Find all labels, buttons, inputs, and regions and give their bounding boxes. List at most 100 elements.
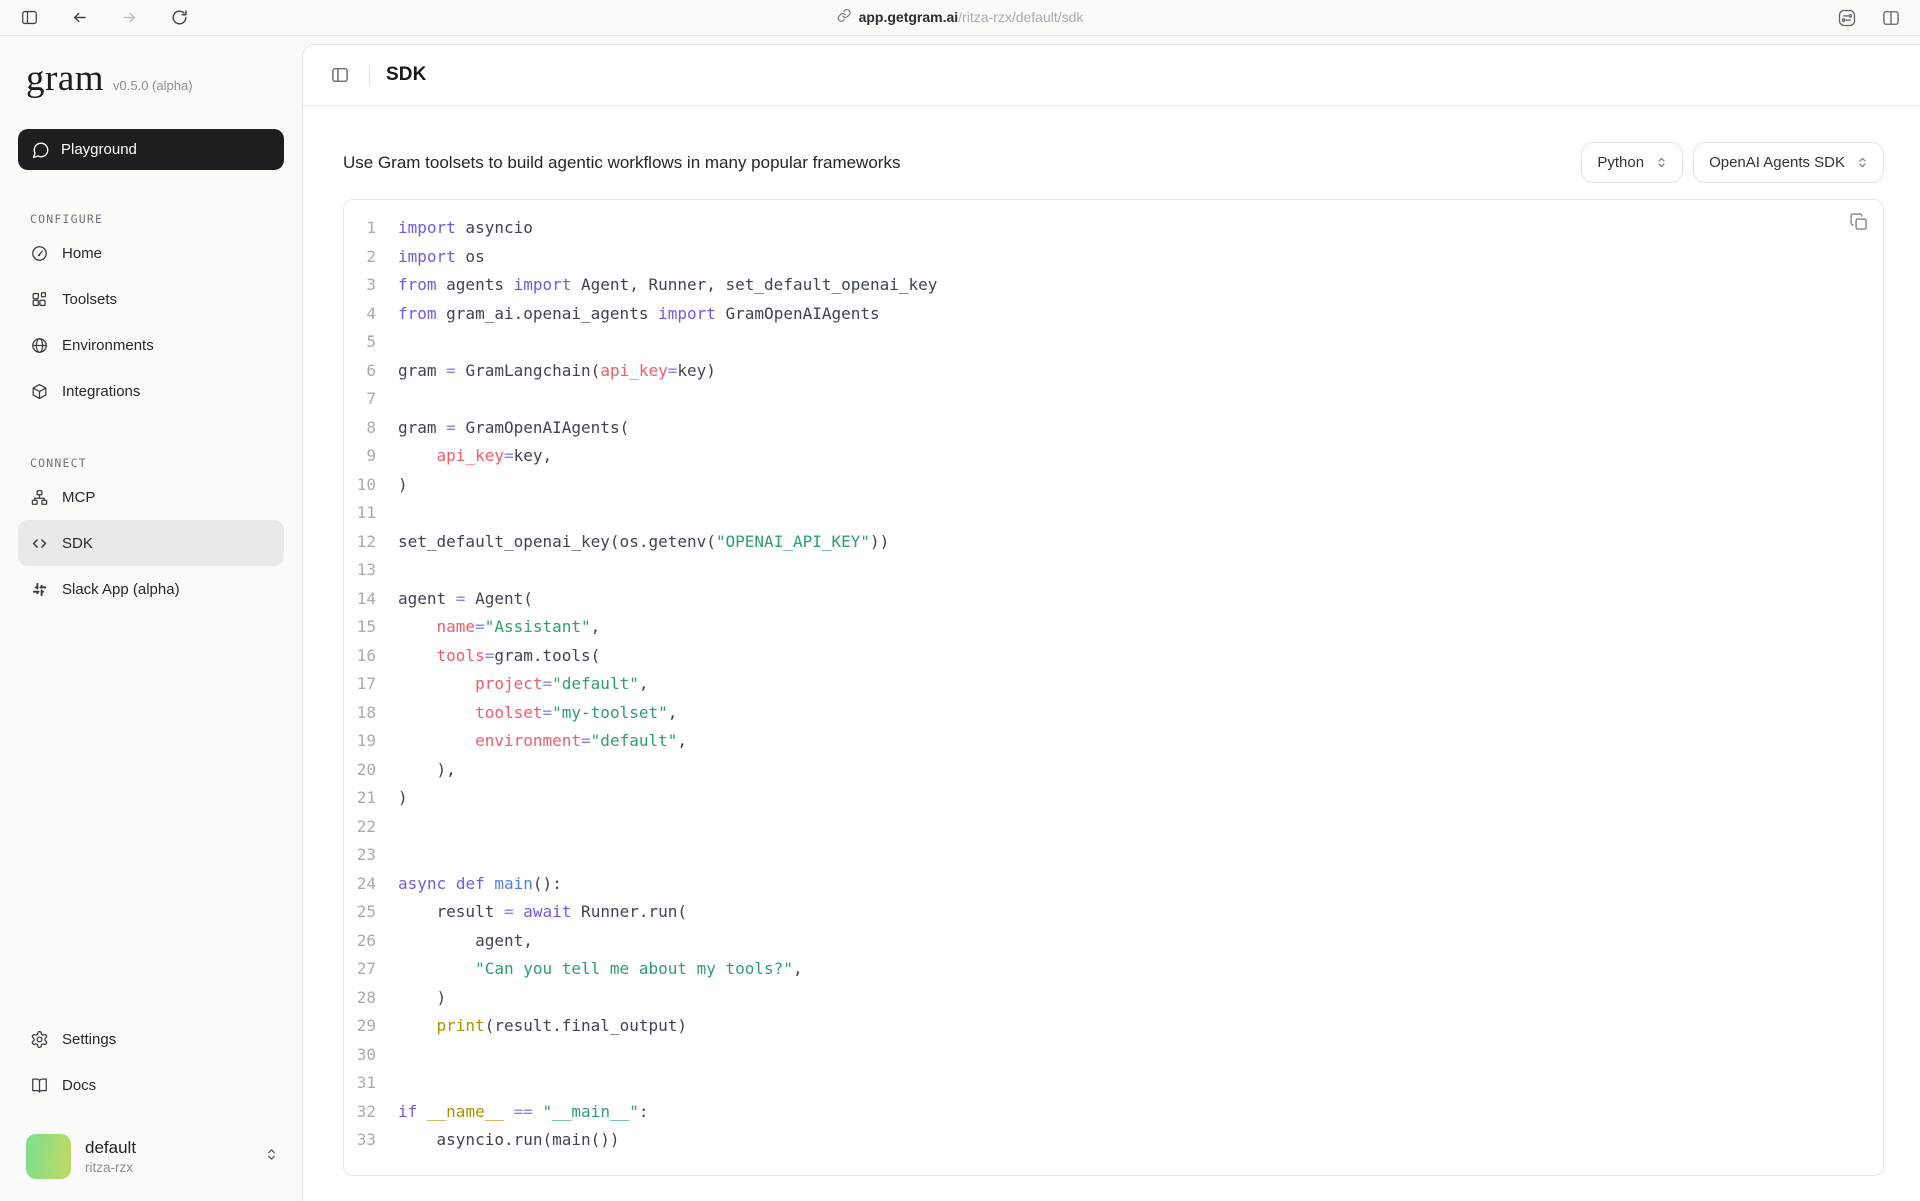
- header-divider: [369, 65, 370, 85]
- url-path: /ritza-rzx/default/sdk: [958, 9, 1083, 25]
- project-switcher[interactable]: default ritza-rzx: [18, 1134, 284, 1183]
- reader-settings-icon[interactable]: [1832, 5, 1862, 31]
- sidebar-item-settings[interactable]: Settings: [18, 1016, 284, 1062]
- environments-icon: [30, 336, 49, 355]
- line-number: 14: [344, 585, 376, 614]
- code-line: 5: [344, 328, 1883, 357]
- sidebar-item-docs[interactable]: Docs: [18, 1062, 284, 1108]
- code-line: 32if __name__ == "__main__":: [344, 1098, 1883, 1127]
- code-block: 1import asyncio2import os3from agents im…: [343, 199, 1884, 1176]
- forward-icon[interactable]: [114, 5, 144, 31]
- sidebar-item-toolsets[interactable]: Toolsets: [18, 276, 284, 322]
- sidebar-item-label: Settings: [62, 1031, 116, 1048]
- sidebar-item-integrations[interactable]: Integrations: [18, 368, 284, 414]
- code-lines: 1import asyncio2import os3from agents im…: [344, 214, 1883, 1155]
- mcp-icon: [30, 488, 49, 507]
- code-line: 15 name="Assistant",: [344, 613, 1883, 642]
- line-number: 6: [344, 357, 376, 386]
- browser-sidebar-toggle-icon[interactable]: [14, 5, 44, 31]
- page-subtitle: Use Gram toolsets to build agentic workf…: [343, 153, 900, 173]
- line-number: 22: [344, 813, 376, 842]
- code-line: 17 project="default",: [344, 670, 1883, 699]
- code-line: 6gram = GramLangchain(api_key=key): [344, 357, 1883, 386]
- line-number: 16: [344, 642, 376, 671]
- sidebar-item-sdk[interactable]: SDK: [18, 520, 284, 566]
- line-number: 7: [344, 385, 376, 414]
- line-number: 19: [344, 727, 376, 756]
- code-line: 26 agent,: [344, 927, 1883, 956]
- line-number: 11: [344, 499, 376, 528]
- code-line: 12set_default_openai_key(os.getenv("OPEN…: [344, 528, 1883, 557]
- line-number: 15: [344, 613, 376, 642]
- browser-bar: app.getgram.ai/ritza-rzx/default/sdk: [0, 0, 1920, 36]
- chevrons-up-down-icon: [1855, 155, 1870, 170]
- app-logo: gram: [26, 60, 104, 97]
- code-line: 14agent = Agent(: [344, 585, 1883, 614]
- sidebar-nav: CONFIGURE Home ToolsetsEnvironments Integra…: [18, 170, 284, 612]
- code-line: 27 "Can you tell me about my tools?",: [344, 955, 1883, 984]
- language-dropdown[interactable]: Python: [1581, 142, 1683, 183]
- nav-section-label: CONNECT: [30, 456, 284, 470]
- nav-section-label: CONFIGURE: [30, 212, 284, 226]
- docs-icon: [30, 1076, 49, 1095]
- panel-header: SDK: [303, 45, 1920, 106]
- code-line: 22: [344, 813, 1883, 842]
- home-icon: [30, 244, 49, 263]
- integrations-icon: [30, 382, 49, 401]
- framework-dropdown[interactable]: OpenAI Agents SDK: [1693, 142, 1884, 183]
- line-number: 18: [344, 699, 376, 728]
- project-org: ritza-rzx: [85, 1160, 136, 1175]
- sidebar-item-slack-app-alpha[interactable]: Slack App (alpha): [18, 566, 284, 612]
- line-number: 24: [344, 870, 376, 899]
- line-number: 27: [344, 955, 376, 984]
- project-avatar: [26, 1134, 71, 1179]
- line-number: 26: [344, 927, 376, 956]
- line-number: 9: [344, 442, 376, 471]
- chevrons-up-down-icon: [1654, 155, 1669, 170]
- link-icon: [837, 8, 852, 28]
- sidebar-item-label: Integrations: [62, 383, 140, 400]
- code-line: 13: [344, 556, 1883, 585]
- sidebar-item-label: Home: [62, 245, 102, 262]
- back-icon[interactable]: [64, 5, 94, 31]
- code-line: 24async def main():: [344, 870, 1883, 899]
- sidebar-item-label: Slack App (alpha): [62, 581, 180, 598]
- slack-icon: [30, 580, 49, 599]
- sidebar-item-environments[interactable]: Environments: [18, 322, 284, 368]
- code-line: 2import os: [344, 243, 1883, 272]
- refresh-icon[interactable]: [164, 5, 194, 31]
- page-title: SDK: [386, 64, 426, 86]
- panel-sidebar-toggle-icon[interactable]: [327, 62, 353, 88]
- sidebar-item-mcp[interactable]: MCP: [18, 474, 284, 520]
- sidebar: gram v0.5.0 (alpha) Playground CONFIGURE…: [0, 36, 302, 1201]
- project-name: default: [85, 1138, 136, 1158]
- chat-bubble-icon: [32, 141, 50, 159]
- line-number: 8: [344, 414, 376, 443]
- sidebar-item-label: SDK: [62, 535, 93, 552]
- code-line: 9 api_key=key,: [344, 442, 1883, 471]
- sidebar-item-label: MCP: [62, 489, 95, 506]
- code-line: 20 ),: [344, 756, 1883, 785]
- line-number: 30: [344, 1041, 376, 1070]
- line-number: 28: [344, 984, 376, 1013]
- playground-button[interactable]: Playground: [18, 129, 284, 170]
- code-line: 25 result = await Runner.run(: [344, 898, 1883, 927]
- line-number: 33: [344, 1126, 376, 1155]
- line-number: 25: [344, 898, 376, 927]
- line-number: 10: [344, 471, 376, 500]
- code-line: 28 ): [344, 984, 1883, 1013]
- line-number: 1: [344, 214, 376, 243]
- code-line: 1import asyncio: [344, 214, 1883, 243]
- line-number: 5: [344, 328, 376, 357]
- line-number: 23: [344, 841, 376, 870]
- code-line: 7: [344, 385, 1883, 414]
- line-number: 13: [344, 556, 376, 585]
- line-number: 4: [344, 300, 376, 329]
- code-line: 29 print(result.final_output): [344, 1012, 1883, 1041]
- copy-icon[interactable]: [1849, 212, 1869, 235]
- settings-icon: [30, 1030, 49, 1049]
- code-line: 19 environment="default",: [344, 727, 1883, 756]
- address-bar[interactable]: app.getgram.ai/ritza-rzx/default/sdk: [837, 0, 1084, 36]
- split-view-icon[interactable]: [1876, 5, 1906, 31]
- sidebar-item-home[interactable]: Home: [18, 230, 284, 276]
